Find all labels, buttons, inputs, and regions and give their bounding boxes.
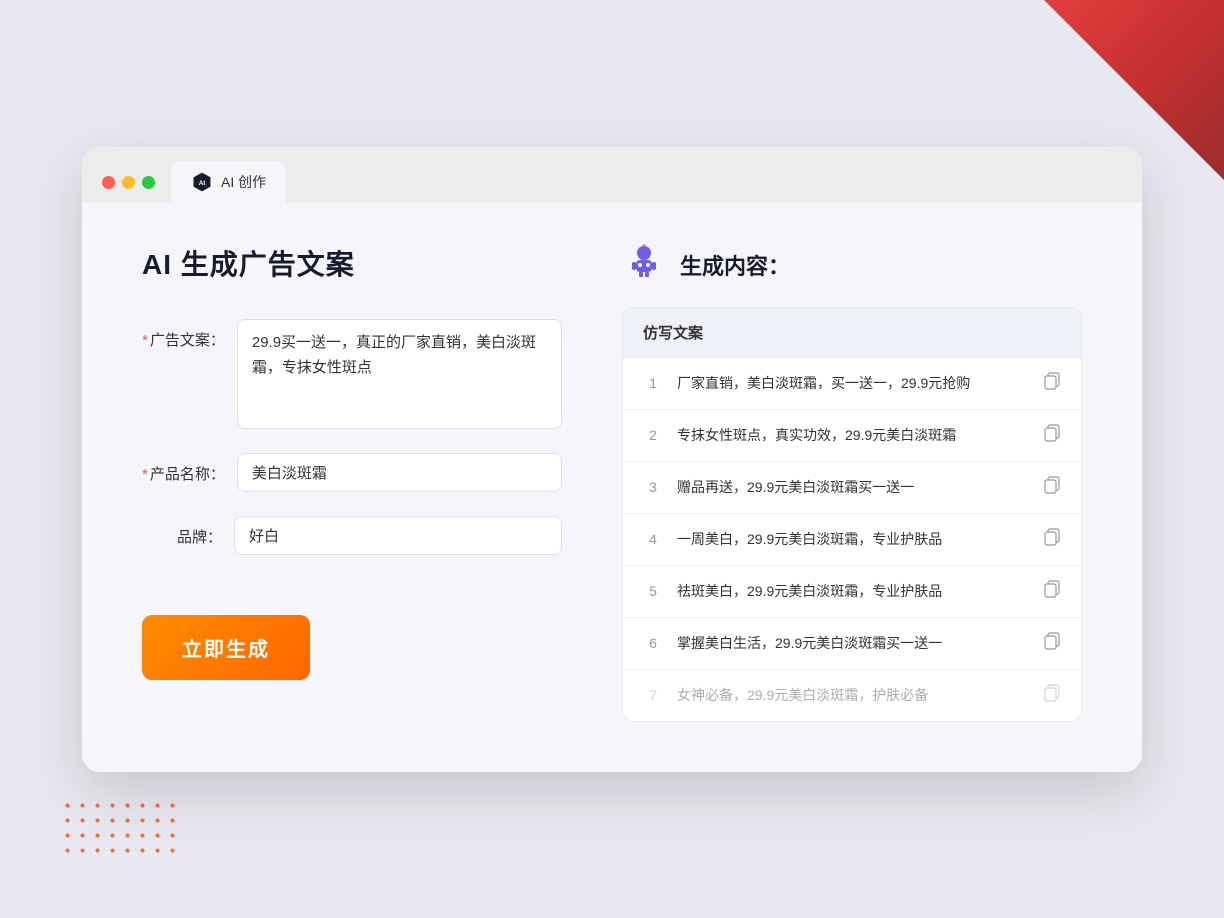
row-text: 一周美白，29.9元美白淡斑霜，专业护肤品 xyxy=(677,529,1029,550)
generate-button[interactable]: 立即生成 xyxy=(142,615,310,680)
copy-icon[interactable] xyxy=(1043,372,1061,395)
product-name-group: *产品名称： xyxy=(142,453,562,492)
result-title: 生成内容： xyxy=(680,249,790,281)
result-rows: 1 厂家直销，美白淡斑霜，买一送一，29.9元抢购 2 专抹女性斑点，真实功效，29… xyxy=(623,358,1081,721)
ad-copy-label: *广告文案： xyxy=(142,319,225,350)
table-row: 4 一周美白，29.9元美白淡斑霜，专业护肤品 xyxy=(623,514,1081,566)
copy-icon[interactable] xyxy=(1043,528,1061,551)
table-row: 7 女神必备，29.9元美白淡斑霜，护肤必备 xyxy=(623,670,1081,721)
brand-group: 品牌： xyxy=(142,516,562,555)
row-text: 赠品再送，29.9元美白淡斑霜买一送一 xyxy=(677,477,1029,498)
row-text: 祛斑美白，29.9元美白淡斑霜，专业护肤品 xyxy=(677,581,1029,602)
row-text: 女神必备，29.9元美白淡斑霜，护肤必备 xyxy=(677,685,1029,706)
svg-text:AI: AI xyxy=(199,180,206,187)
row-number: 7 xyxy=(643,687,663,703)
copy-icon[interactable] xyxy=(1043,684,1061,707)
row-number: 5 xyxy=(643,583,663,599)
row-number: 6 xyxy=(643,635,663,651)
table-row: 5 祛斑美白，29.9元美白淡斑霜，专业护肤品 xyxy=(623,566,1081,618)
row-number: 1 xyxy=(643,375,663,391)
bg-decoration-dots xyxy=(60,798,180,858)
row-text: 掌握美白生活，29.9元美白淡斑霜买一送一 xyxy=(677,633,1029,654)
table-header: 仿写文案 xyxy=(623,308,1081,358)
ad-copy-group: *广告文案： xyxy=(142,319,562,429)
tab-label: AI 创作 xyxy=(221,172,266,192)
brand-label: 品牌： xyxy=(142,516,222,547)
row-number: 4 xyxy=(643,531,663,547)
maximize-button[interactable] xyxy=(142,176,155,189)
browser-content: AI 生成广告文案 *广告文案： *产品名称： 品牌： 立 xyxy=(82,203,1142,772)
left-panel: AI 生成广告文案 *广告文案： *产品名称： 品牌： 立 xyxy=(142,243,562,722)
ad-copy-required: * xyxy=(142,332,148,349)
window-controls xyxy=(102,176,155,203)
brand-input[interactable] xyxy=(234,516,562,555)
table-row: 6 掌握美白生活，29.9元美白淡斑霜买一送一 xyxy=(623,618,1081,670)
minimize-button[interactable] xyxy=(122,176,135,189)
close-button[interactable] xyxy=(102,176,115,189)
copy-icon[interactable] xyxy=(1043,580,1061,603)
table-row: 1 厂家直销，美白淡斑霜，买一送一，29.9元抢购 xyxy=(623,358,1081,410)
table-row: 3 赠品再送，29.9元美白淡斑霜买一送一 xyxy=(623,462,1081,514)
row-number: 2 xyxy=(643,427,663,443)
tab-icon: AI xyxy=(191,171,213,193)
copy-icon[interactable] xyxy=(1043,476,1061,499)
browser-window: AI AI 创作 AI 生成广告文案 *广告文案： *产品名称： xyxy=(82,147,1142,772)
result-table: 仿写文案 1 厂家直销，美白淡斑霜，买一送一，29.9元抢购 2 专抹女性斑点，真实… xyxy=(622,307,1082,722)
page-title: AI 生成广告文案 xyxy=(142,243,562,283)
product-name-required: * xyxy=(142,466,148,483)
table-row: 2 专抹女性斑点，真实功效，29.9元美白淡斑霜 xyxy=(623,410,1081,462)
robot-icon xyxy=(622,243,666,287)
browser-chrome: AI AI 创作 xyxy=(82,147,1142,203)
result-header: 生成内容： xyxy=(622,243,1082,287)
right-panel: 生成内容： 仿写文案 1 厂家直销，美白淡斑霜，买一送一，29.9元抢购 2 专抹女… xyxy=(622,243,1082,722)
browser-tab[interactable]: AI AI 创作 xyxy=(171,161,286,203)
product-name-label: *产品名称： xyxy=(142,453,225,484)
copy-icon[interactable] xyxy=(1043,424,1061,447)
copy-icon[interactable] xyxy=(1043,632,1061,655)
row-number: 3 xyxy=(643,479,663,495)
row-text: 专抹女性斑点，真实功效，29.9元美白淡斑霜 xyxy=(677,425,1029,446)
ad-copy-input[interactable] xyxy=(237,319,562,429)
product-name-input[interactable] xyxy=(237,453,562,492)
row-text: 厂家直销，美白淡斑霜，买一送一，29.9元抢购 xyxy=(677,373,1029,394)
